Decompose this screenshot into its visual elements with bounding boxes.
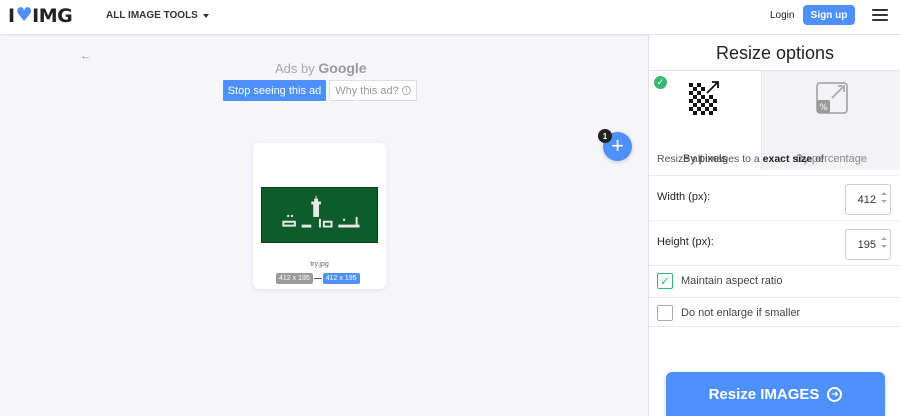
original-dimensions: 412 x 195 xyxy=(276,273,313,284)
google-brand: Google xyxy=(318,60,367,76)
resize-button-label: Resize IMAGES xyxy=(708,385,820,403)
maintain-aspect-checkbox[interactable]: ✓ xyxy=(657,273,673,289)
height-value: 195 xyxy=(857,239,876,251)
file-count-badge: 1 xyxy=(598,129,612,143)
dimension-arrow-icon xyxy=(313,278,322,279)
file-name: try.jpg xyxy=(310,261,329,268)
tools-menu-label: ALL IMAGE TOOLS xyxy=(106,10,198,21)
login-link[interactable]: Login xyxy=(770,10,794,21)
maintain-aspect-label[interactable]: Maintain aspect ratio xyxy=(681,275,783,287)
workspace: ← Ads by Google Stop seeing this ad Why … xyxy=(0,36,648,416)
no-enlarge-checkbox[interactable] xyxy=(657,305,673,321)
caret-down-icon xyxy=(202,13,209,18)
width-value: 412 xyxy=(857,194,876,206)
height-spinner[interactable] xyxy=(881,237,887,248)
ads-by-google: Ads by Google xyxy=(275,60,367,76)
info-icon: i xyxy=(401,86,411,95)
signup-button[interactable]: Sign up xyxy=(803,5,855,25)
back-arrow-icon[interactable]: ← xyxy=(80,50,91,62)
why-ad-label: Why this ad? xyxy=(335,84,399,97)
selected-check-icon: ✓ xyxy=(654,76,667,89)
desc-prefix: Resize all images to a xyxy=(657,153,760,165)
panel-title: Resize options xyxy=(715,43,835,63)
pixels-icon xyxy=(689,81,719,115)
image-thumbnail xyxy=(261,187,378,243)
no-enlarge-label[interactable]: Do not enlarge if smaller xyxy=(681,307,800,319)
width-row: Width (px): 412 xyxy=(649,175,900,219)
width-label: Width (px): xyxy=(657,191,711,203)
new-dimensions: 412 x 195 xyxy=(322,273,360,284)
no-enlarge-row: Do not enlarge if smaller xyxy=(649,297,900,327)
stop-seeing-ad-button[interactable]: Stop seeing this ad xyxy=(223,80,326,101)
desc-bold: exact size xyxy=(762,153,813,165)
logo-text-right: IMG xyxy=(32,5,73,27)
logo-text-left: I xyxy=(8,5,15,27)
resize-description: Resize all images to a exact size of xyxy=(657,153,824,165)
why-this-ad-button[interactable]: Why this ad? i xyxy=(329,80,417,101)
hamburger-menu-icon[interactable] xyxy=(872,9,888,21)
resize-images-button[interactable]: Resize IMAGES ➜ xyxy=(666,372,885,416)
ilovimg-logo[interactable]: I ♥ IMG xyxy=(8,4,73,27)
maintain-aspect-row: ✓ Maintain aspect ratio xyxy=(649,265,900,295)
arrow-right-circle-icon: ➜ xyxy=(827,386,843,402)
ads-by-label: Ads by xyxy=(275,61,315,76)
percentage-icon: % xyxy=(816,82,848,114)
all-image-tools-menu[interactable]: ALL IMAGE TOOLS xyxy=(106,10,209,21)
desc-suffix: of xyxy=(815,153,824,165)
heart-icon: ♥ xyxy=(15,4,33,26)
height-row: Height (px): 195 xyxy=(649,220,900,264)
height-label: Height (px): xyxy=(657,236,714,248)
top-navbar: I ♥ IMG ALL IMAGE TOOLS Login Sign up xyxy=(0,0,900,35)
svg-text:%: % xyxy=(819,103,828,113)
dimensions-indicator: 412 x 195 412 x 195 xyxy=(276,273,360,284)
thumbnail-graphic xyxy=(263,188,376,242)
height-input[interactable]: 195 xyxy=(845,229,891,260)
resize-options-panel: Resize options ✓ By pixels % By percenta… xyxy=(648,35,900,416)
file-card[interactable]: try.jpg 412 x 195 412 x 195 xyxy=(253,143,386,289)
width-spinner[interactable] xyxy=(881,192,887,203)
width-input[interactable]: 412 xyxy=(845,184,891,215)
